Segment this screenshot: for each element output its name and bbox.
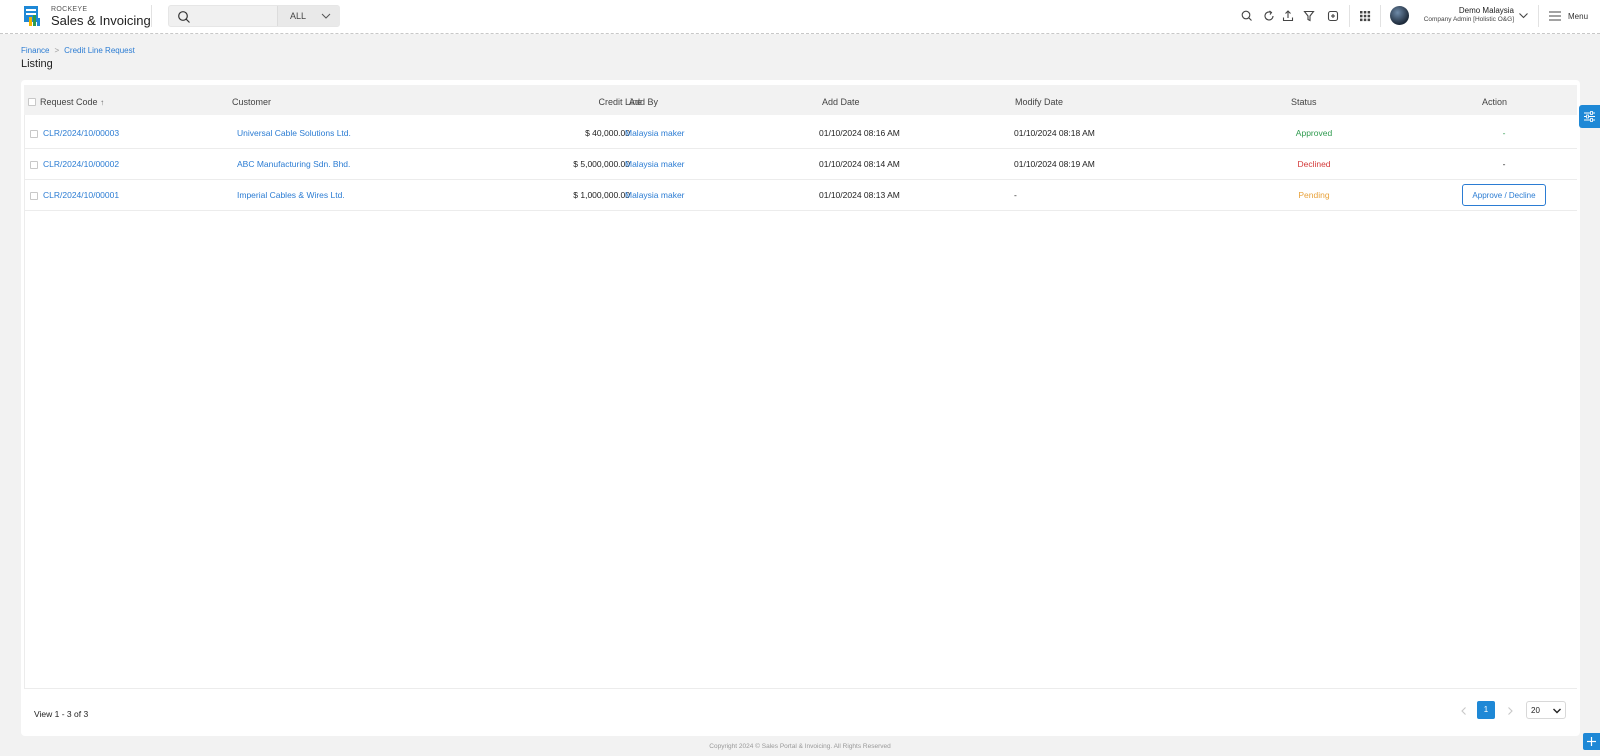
divider (1349, 5, 1350, 27)
column-header-add-by[interactable]: Add By (629, 97, 658, 107)
column-header-status[interactable]: Status (1291, 97, 1317, 107)
add-date-value: 01/10/2024 08:14 AM (819, 159, 900, 169)
filter-icon[interactable] (1302, 9, 1316, 23)
approve-decline-button[interactable]: Approve / Decline (1462, 184, 1546, 206)
chevron-down-icon (1553, 708, 1561, 714)
page-size-value: 20 (1531, 706, 1540, 715)
add-date-value: 01/10/2024 08:16 AM (819, 128, 900, 138)
credit-line-value: $ 5,000,000.00 (573, 159, 630, 169)
chevron-right-icon[interactable] (1503, 704, 1517, 718)
sliders-icon (1584, 111, 1595, 122)
user-role: Company Admin [Holistic O&G] (1423, 16, 1514, 23)
customer-link[interactable]: Universal Cable Solutions Ltd. (237, 128, 351, 138)
credit-line-value: $ 1,000,000.00 (573, 190, 630, 200)
customer-link[interactable]: ABC Manufacturing Sdn. Bhd. (237, 159, 350, 169)
page-title: Listing (21, 58, 53, 70)
table-header: Request Code ↑ Customer Credit Line Add … (24, 85, 1577, 115)
upload-icon[interactable] (1281, 9, 1295, 23)
row-checkbox[interactable] (30, 161, 38, 169)
brand-sub: ROCKEYE (51, 6, 88, 13)
action-placeholder: - (1502, 128, 1506, 138)
search-icon[interactable] (1240, 9, 1254, 23)
sort-ascending-icon[interactable]: ↑ (100, 98, 104, 107)
column-header-request-code[interactable]: Request Code ↑ (40, 97, 104, 107)
chevron-left-icon[interactable] (1457, 704, 1471, 718)
refresh-icon[interactable] (1262, 9, 1276, 23)
credit-line-value: $ 40,000.00 (585, 128, 630, 138)
divider (1380, 5, 1381, 27)
chevron-down-icon[interactable] (1518, 10, 1529, 21)
app-logo-icon[interactable] (24, 6, 42, 26)
user-name[interactable]: Demo Malaysia (1410, 6, 1514, 15)
breadcrumb-finance[interactable]: Finance (21, 46, 49, 55)
add-by-link[interactable]: Malaysia maker (625, 128, 685, 138)
status-badge: Approved (1295, 128, 1333, 138)
customer-link[interactable]: Imperial Cables & Wires Ltd. (237, 190, 345, 200)
table-row: CLR/2024/10/00002 ABC Manufacturing Sdn.… (24, 149, 1577, 180)
hamburger-menu-icon[interactable] (1549, 11, 1561, 21)
add-by-link[interactable]: Malaysia maker (625, 190, 685, 200)
request-code-link[interactable]: CLR/2024/10/00001 (43, 190, 119, 200)
listing-card: Request Code ↑ Customer Credit Line Add … (21, 80, 1580, 736)
apps-grid-icon[interactable] (1358, 9, 1372, 23)
divider (151, 5, 152, 27)
modify-date-value: 01/10/2024 08:19 AM (1014, 159, 1095, 169)
search-input[interactable] (197, 8, 275, 25)
pagination-summary: View 1 - 3 of 3 (34, 709, 89, 719)
menu-button[interactable]: Menu (1568, 12, 1588, 21)
top-bar: ROCKEYE Sales & Invoicing ALL Demo Malay… (0, 0, 1600, 34)
column-header-action: Action (1482, 97, 1508, 107)
action-placeholder: - (1502, 159, 1506, 169)
row-checkbox[interactable] (30, 130, 38, 138)
modify-date-value: - (1014, 190, 1017, 200)
status-badge: Declined (1297, 159, 1331, 169)
request-code-link[interactable]: CLR/2024/10/00002 (43, 159, 119, 169)
breadcrumb: Finance > Credit Line Request (21, 46, 135, 55)
divider (1538, 5, 1539, 27)
search-scope-value: ALL (290, 11, 307, 21)
add-date-value: 01/10/2024 08:13 AM (819, 190, 900, 200)
settings-panel-tab[interactable] (1579, 105, 1600, 128)
add-by-link[interactable]: Malaysia maker (625, 159, 685, 169)
footer-copyright: Copyright 2024 © Sales Portal & Invoicin… (709, 743, 891, 750)
row-checkbox[interactable] (30, 192, 38, 200)
request-code-link[interactable]: CLR/2024/10/00003 (43, 128, 119, 138)
column-header-add-date[interactable]: Add Date (822, 97, 860, 107)
column-header-customer[interactable]: Customer (232, 97, 271, 107)
plus-icon (1587, 737, 1596, 746)
search-scope-select[interactable]: ALL (277, 6, 340, 26)
modify-date-value: 01/10/2024 08:18 AM (1014, 128, 1095, 138)
export-icon[interactable] (1326, 9, 1340, 23)
search-icon[interactable] (177, 10, 191, 24)
breadcrumb-credit-line-request[interactable]: Credit Line Request (64, 46, 135, 55)
column-header-modify-date[interactable]: Modify Date (1015, 97, 1063, 107)
brand-name[interactable]: Sales & Invoicing (51, 13, 151, 28)
global-search: ALL (168, 5, 340, 27)
select-all-checkbox[interactable] (28, 98, 36, 106)
add-button[interactable] (1583, 733, 1600, 750)
table-row: CLR/2024/10/00003 Universal Cable Soluti… (24, 118, 1577, 149)
page-button-current[interactable]: 1 (1477, 701, 1495, 719)
breadcrumb-separator: > (54, 46, 60, 55)
status-badge: Pending (1298, 190, 1330, 200)
chevron-down-icon (321, 13, 331, 19)
page-size-select[interactable]: 20 (1526, 701, 1566, 719)
table-row: CLR/2024/10/00001 Imperial Cables & Wire… (24, 180, 1577, 211)
